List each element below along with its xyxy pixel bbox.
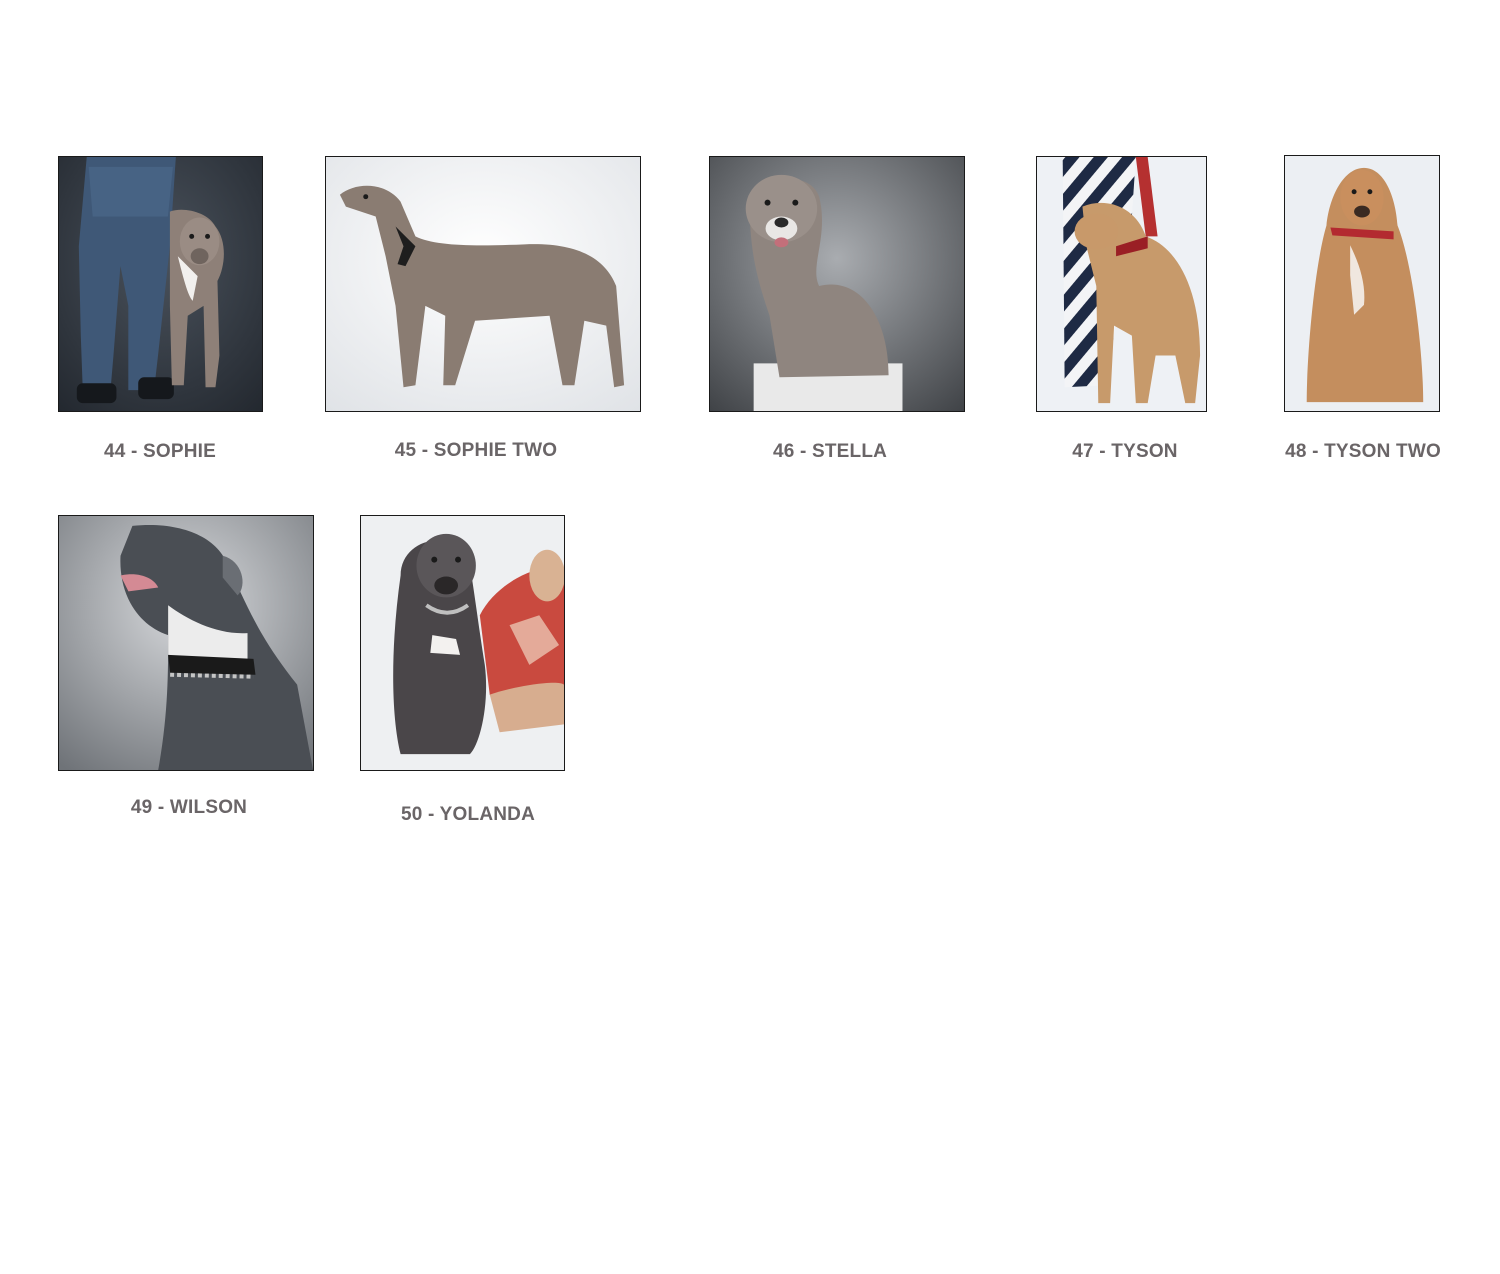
photo-tyson-two-image [1285, 156, 1439, 411]
photo-yolanda-image [361, 516, 564, 770]
photo-sophie-image [59, 157, 262, 411]
photo-stella-image [710, 157, 964, 411]
photo-wilson-image [59, 516, 313, 770]
gallery-thumb-sophie[interactable] [58, 156, 263, 412]
gallery-thumb-yolanda[interactable] [360, 515, 565, 771]
gallery-thumb-tyson-two[interactable] [1284, 155, 1440, 412]
caption-sophie-two[interactable]: 45 - SOPHIE TWO [366, 440, 586, 462]
gallery-thumb-stella[interactable] [709, 156, 965, 412]
photo-gallery: 44 - SOPHIE 45 - SOPHIE TWO 46 - STELLA … [0, 0, 1500, 1274]
gallery-thumb-wilson[interactable] [58, 515, 314, 771]
gallery-thumb-tyson[interactable] [1036, 156, 1207, 412]
caption-yolanda[interactable]: 50 - YOLANDA [378, 804, 558, 826]
photo-sophie-two-image [326, 157, 640, 411]
caption-wilson[interactable]: 49 - WILSON [99, 797, 279, 819]
photo-tyson-image [1037, 157, 1206, 411]
gallery-thumb-sophie-two[interactable] [325, 156, 641, 412]
caption-tyson[interactable]: 47 - TYSON [1040, 441, 1210, 463]
caption-stella[interactable]: 46 - STELLA [740, 441, 920, 463]
caption-tyson-two[interactable]: 48 - TYSON TWO [1270, 441, 1456, 463]
caption-sophie[interactable]: 44 - SOPHIE [60, 441, 260, 463]
